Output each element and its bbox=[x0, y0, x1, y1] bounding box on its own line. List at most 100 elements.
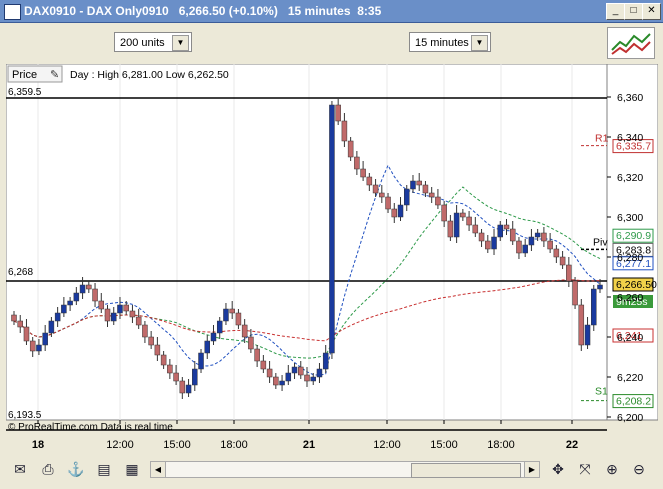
candle-down bbox=[360, 168, 366, 178]
candle-down bbox=[366, 176, 373, 186]
zoom-out-icon[interactable]: ⊖ bbox=[629, 459, 649, 479]
candle-down bbox=[428, 192, 435, 198]
candle-down bbox=[104, 308, 111, 322]
y-tick-label: 6,200 bbox=[617, 412, 643, 424]
x-tick-label: 15:00 bbox=[163, 439, 191, 451]
candle-up bbox=[117, 304, 123, 314]
print-icon[interactable]: ⎙ bbox=[38, 459, 58, 479]
candle-up bbox=[204, 340, 211, 354]
y-tick-label: 6,220 bbox=[617, 372, 643, 384]
candle-down bbox=[248, 336, 254, 350]
candle-down bbox=[266, 368, 273, 378]
candle-up bbox=[591, 288, 597, 326]
candle-down bbox=[304, 374, 310, 382]
candle-down bbox=[135, 316, 142, 326]
candle-up bbox=[522, 244, 528, 254]
candle-down bbox=[379, 192, 385, 198]
candle-down bbox=[241, 324, 248, 338]
piv-label: Piv bbox=[593, 236, 608, 248]
candle-down bbox=[154, 344, 161, 356]
wrench-icon[interactable]: ✎ bbox=[50, 69, 59, 81]
mid-line-label: 6,268 bbox=[8, 267, 33, 278]
title-bar: DAX0910 - DAX Only0910 6,266.50 (+0.10%)… bbox=[0, 0, 663, 23]
zoom-fit-icon[interactable]: ⤧ bbox=[575, 459, 595, 479]
candle-up bbox=[291, 366, 298, 374]
candle-down bbox=[391, 208, 398, 218]
green-ma-value: 6,290.9 bbox=[616, 230, 651, 242]
candle-up bbox=[192, 368, 198, 386]
chart-settings-icon[interactable] bbox=[607, 27, 655, 59]
x-tick-label: 21 bbox=[303, 439, 315, 451]
candle-up bbox=[210, 332, 217, 342]
window-title: DAX0910 - DAX Only0910 6,266.50 (+0.10%)… bbox=[24, 4, 382, 18]
zoom-in-icon[interactable]: ⊕ bbox=[602, 459, 622, 479]
timeframe-select[interactable]: 15 minutes ▼ bbox=[409, 32, 491, 52]
last-price: 6,266.50 bbox=[616, 279, 657, 291]
y-tick-label: 6,360 bbox=[617, 92, 643, 104]
price-tab-label[interactable]: Price bbox=[12, 69, 37, 81]
candle-up bbox=[584, 324, 591, 346]
indicators-icon[interactable]: ▦ bbox=[122, 459, 142, 479]
candle-down bbox=[572, 280, 578, 306]
candle-down bbox=[123, 304, 129, 312]
candle-up bbox=[322, 352, 329, 370]
candle-up bbox=[491, 236, 497, 250]
candle-down bbox=[509, 228, 516, 242]
envelope-icon[interactable]: ✉ bbox=[10, 459, 30, 479]
candle-down bbox=[235, 312, 242, 326]
export-icon[interactable]: ▤ bbox=[94, 459, 114, 479]
units-select-value: 200 units bbox=[120, 37, 165, 49]
low-line-label: 6,193.5 bbox=[8, 410, 42, 421]
candle-down bbox=[354, 156, 360, 170]
candle-up bbox=[497, 224, 504, 238]
candle-up bbox=[42, 332, 48, 346]
candle-down bbox=[503, 224, 510, 230]
link-icon[interactable]: ⚓ bbox=[66, 459, 86, 479]
candle-up bbox=[54, 312, 61, 322]
candle-down bbox=[148, 336, 154, 346]
candle-up bbox=[597, 284, 603, 290]
candle-down bbox=[435, 196, 441, 206]
candle-up bbox=[453, 212, 460, 238]
chevron-down-icon[interactable]: ▼ bbox=[471, 35, 488, 51]
candle-down bbox=[179, 380, 186, 394]
candle-down bbox=[229, 308, 235, 314]
y-tick-label: 6,280 bbox=[617, 252, 643, 264]
scroll-thumb[interactable] bbox=[411, 463, 521, 478]
candle-down bbox=[260, 360, 267, 370]
candle-down bbox=[416, 180, 422, 186]
candle-up bbox=[403, 188, 410, 206]
y-tick-label: 6,240 bbox=[617, 332, 643, 344]
candle-up bbox=[198, 352, 204, 370]
minimize-button[interactable]: _ bbox=[606, 3, 625, 20]
x-tick-label: 12:00 bbox=[106, 439, 134, 451]
chevron-down-icon[interactable]: ▼ bbox=[172, 35, 189, 51]
candle-up bbox=[61, 304, 67, 314]
candle-down bbox=[298, 366, 304, 376]
candle-down bbox=[372, 184, 379, 194]
y-tick-label: 6,260 bbox=[617, 292, 643, 304]
x-tick-label: 15:00 bbox=[430, 439, 458, 451]
candle-up bbox=[67, 300, 73, 306]
candle-down bbox=[559, 256, 566, 266]
crosshair-icon[interactable]: ✥ bbox=[548, 459, 568, 479]
candle-down bbox=[29, 340, 36, 352]
scroll-left-button[interactable]: ◀ bbox=[151, 462, 166, 477]
watermark: © ProRealTime.com Data is real time bbox=[8, 422, 173, 433]
toolbar: 200 units ▼ 15 minutes ▼ bbox=[0, 23, 663, 61]
scroll-right-button[interactable]: ▶ bbox=[524, 462, 539, 477]
candle-down bbox=[385, 196, 391, 210]
chart-area[interactable]: R1 6,335.7 Piv 6,283.8 6,290.9 6,277.1 6,266.5… bbox=[5, 63, 659, 454]
candle-down bbox=[11, 314, 17, 322]
time-scrollbar[interactable]: ◀ ▶ bbox=[150, 461, 540, 478]
candle-up bbox=[79, 284, 86, 294]
candle-down bbox=[86, 284, 92, 290]
candle-up bbox=[310, 376, 316, 382]
candle-down bbox=[167, 364, 173, 374]
day-info: Day : High 6,281.00 Low 6,262.50 bbox=[70, 69, 229, 81]
candle-down bbox=[441, 204, 447, 222]
maximize-button[interactable]: □ bbox=[624, 3, 643, 20]
units-select[interactable]: 200 units ▼ bbox=[114, 32, 192, 52]
app-icon bbox=[4, 4, 21, 20]
close-button[interactable]: ✕ bbox=[642, 3, 661, 20]
